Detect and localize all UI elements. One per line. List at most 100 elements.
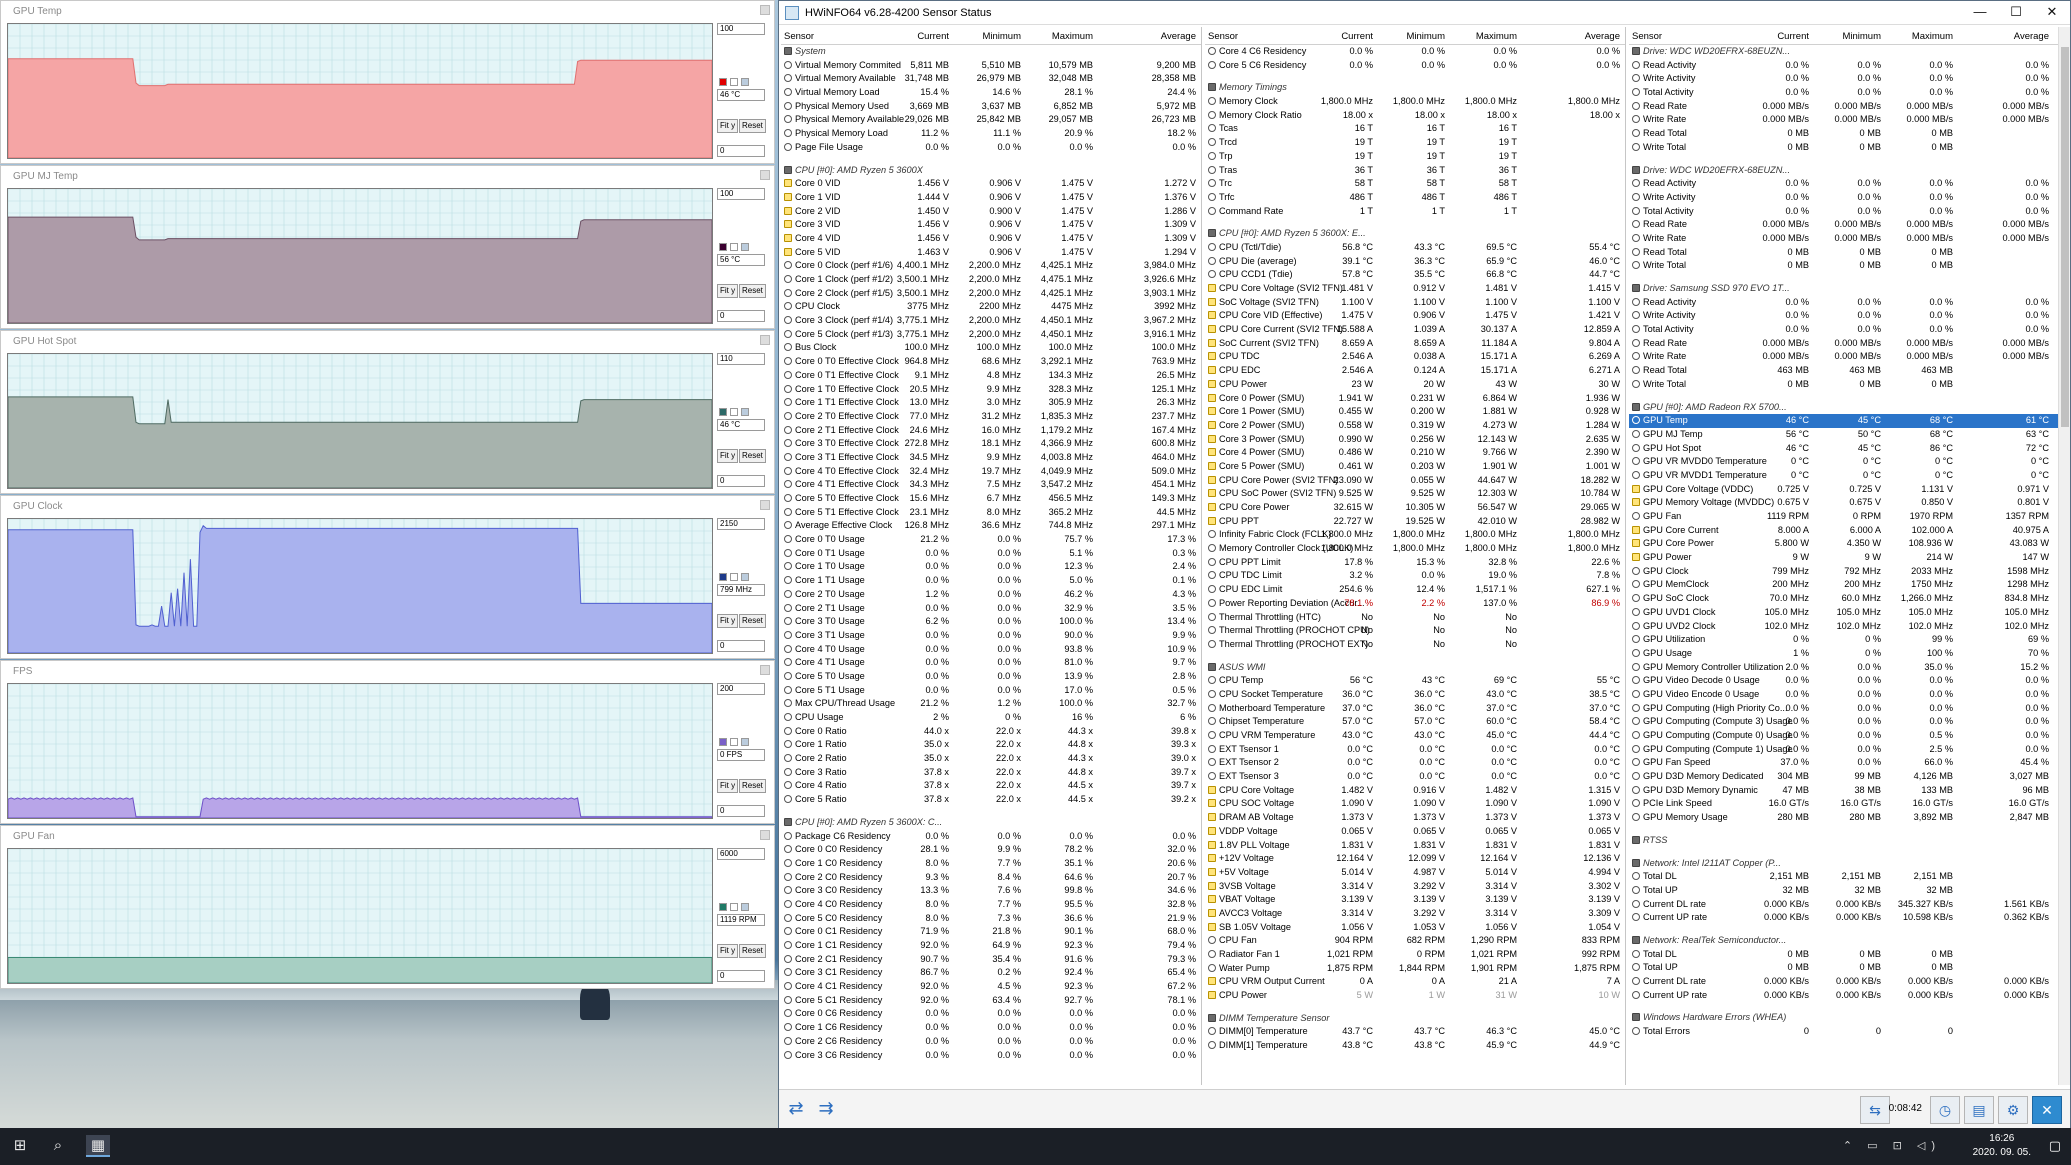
header-current[interactable]: Current [1309, 31, 1373, 42]
sensor-row[interactable]: Current DL rate 0.000 KB/s 0.000 KB/s 0.000… [1629, 975, 2068, 989]
sensor-row[interactable]: GPU Fan 1119 RPM 0 RPM 1970 RPM 1357 RPM [1629, 510, 2068, 524]
sensor-row[interactable]: +5V Voltage 5.014 V 4.987 V 5.014 V 4.994 V [1205, 866, 1625, 880]
sensor-row[interactable]: Core 2 T1 Usage 0.0 % 0.0 % 32.9 % 3.5 % [781, 602, 1201, 616]
search-icon[interactable]: ⌕ [46, 1135, 70, 1157]
sensor-group[interactable]: CPU [#0]: AMD Ryzen 5 3600X: C... [781, 816, 1201, 830]
sensor-row[interactable]: CPU (Tctl/Tdie) 56.8 °C 43.3 °C 69.5 °C 55.4… [1205, 241, 1625, 255]
sensor-row[interactable]: EXT Tsensor 1 0.0 °C 0.0 °C 0.0 °C 0.0 °C [1205, 743, 1625, 757]
header-current[interactable]: Current [885, 31, 949, 42]
header-maximum[interactable]: Maximum [1029, 31, 1093, 42]
sensor-row[interactable]: Write Activity 0.0 % 0.0 % 0.0 % 0.0 % [1629, 309, 2068, 323]
fit-y-button[interactable]: Fit y [717, 944, 739, 958]
sensor-group[interactable]: DIMM Temperature Sensor [1205, 1012, 1625, 1026]
notification-icon[interactable]: ▢ [2049, 1138, 2061, 1154]
sensor-row[interactable]: Core 1 T1 Usage 0.0 % 0.0 % 5.0 % 0.1 % [781, 574, 1201, 588]
sensor-group[interactable]: Drive: WDC WD20EFRX-68EUZN... [1629, 45, 2068, 59]
start-icon[interactable]: ⊞ [8, 1135, 32, 1157]
sensor-row[interactable]: Virtual Memory Available 31,748 MB 26,979 … [781, 72, 1201, 86]
header-average[interactable]: Average [1132, 31, 1196, 42]
sensor-row[interactable]: Core 1 C0 Residency 8.0 % 7.7 % 35.1 % 20.6 … [781, 857, 1201, 871]
sensor-row[interactable]: Core 0 Clock (perf #1/6) 4,400.1 MHz 2,200… [781, 259, 1201, 273]
sensor-row[interactable]: Memory Controller Clock (UCLK) 1,800.0 MH… [1205, 542, 1625, 556]
sensor-row[interactable]: Core 0 C0 Residency 28.1 % 9.9 % 78.2 % 32.0… [781, 843, 1201, 857]
graph-close-icon[interactable] [760, 5, 770, 15]
sensor-row[interactable]: Total UP 0 MB 0 MB 0 MB [1629, 961, 2068, 975]
sensor-row[interactable]: Core 5 T0 Effective Clock 15.6 MHz 6.7 MHz… [781, 492, 1201, 506]
sensor-row[interactable]: Write Rate 0.000 MB/s 0.000 MB/s 0.000 MB/s… [1629, 113, 2068, 127]
sensor-row[interactable]: Write Rate 0.000 MB/s 0.000 MB/s 0.000 MB/s… [1629, 350, 2068, 364]
sensor-row[interactable]: Core 2 Power (SMU) 0.558 W 0.319 W 4.273 W1… [1205, 419, 1625, 433]
vertical-scrollbar[interactable] [2058, 27, 2070, 1085]
sensor-row[interactable]: Read Activity 0.0 % 0.0 % 0.0 % 0.0 % [1629, 177, 2068, 191]
sensor-row[interactable]: SoC Voltage (SVI2 TFN) 1.100 V 1.100 V 1.10… [1205, 296, 1625, 310]
sensor-row[interactable]: GPU D3D Memory Dedicated 304 MB 99 MB 4,126… [1629, 770, 2068, 784]
sensor-column-3[interactable]: Sensor Current Minimum Maximum Average Drive:… [1629, 27, 2069, 1085]
sensor-row[interactable]: Core 2 VID 1.450 V 0.900 V 1.475 V 1.286 V [781, 205, 1201, 219]
sensor-row[interactable]: Infinity Fabric Clock (FCLK) 1,800.0 MHz 1… [1205, 528, 1625, 542]
column-header[interactable]: Sensor Current Minimum Maximum Average [1205, 27, 1625, 45]
sensor-row[interactable]: CPU Core Voltage 1.482 V 0.916 V 1.482 V 1.3… [1205, 784, 1625, 798]
graph-min-field[interactable]: 0 [717, 640, 765, 652]
sensor-row[interactable]: Core 2 C1 Residency 90.7 % 35.4 % 91.6 % 79.… [781, 953, 1201, 967]
sensor-row[interactable]: GPU Core Voltage (VDDC) 0.725 V 0.725 V 1.1… [1629, 483, 2068, 497]
sensor-row[interactable]: GPU Memory Controller Utilization 2.0 % 0.… [1629, 661, 2068, 675]
sensor-row[interactable]: Water Pump 1,875 RPM 1,844 RPM 1,901 RPM 1,8… [1205, 962, 1625, 976]
sensor-row[interactable]: Page File Usage 0.0 % 0.0 % 0.0 % 0.0 % [781, 141, 1201, 155]
sensor-row[interactable]: GPU Computing (Compute 3) Usage 0.0 % 0.0 … [1629, 715, 2068, 729]
sensor-row[interactable]: Core 4 C0 Residency 8.0 % 7.7 % 95.5 % 32.8 … [781, 898, 1201, 912]
sensor-row[interactable]: GPU Video Encode 0 Usage 0.0 % 0.0 % 0.0 % 0… [1629, 688, 2068, 702]
graph-max-field[interactable]: 200 [717, 683, 765, 695]
fit-y-button[interactable]: Fit y [717, 284, 739, 298]
sensor-row[interactable]: CPU EDC 2.546 A 0.124 A 15.171 A 6.271 A [1205, 364, 1625, 378]
graph-max-field[interactable]: 100 [717, 188, 765, 200]
header-maximum[interactable]: Maximum [1453, 31, 1517, 42]
sensor-row[interactable]: GPU Core Current 8.000 A 6.000 A 102.000 A4… [1629, 524, 2068, 538]
sensor-row[interactable]: Core 1 Power (SMU) 0.455 W 0.200 W 1.881 W0… [1205, 405, 1625, 419]
graph-color-swatches[interactable] [719, 738, 752, 748]
sensor-row[interactable]: CPU Core Power (SVI2 TFN) 23.090 W 0.055 W… [1205, 474, 1625, 488]
reset-button[interactable]: Reset [739, 779, 766, 793]
sensor-row[interactable]: GPU VR MVDD1 Temperature 0 °C 0 °C 0 °C 0 °C [1629, 469, 2068, 483]
sensor-row[interactable]: CPU SoC Power (SVI2 TFN) 9.525 W 9.525 W 12… [1205, 487, 1625, 501]
sensor-row[interactable]: Core 0 T0 Effective Clock 964.8 MHz 68.6 M… [781, 355, 1201, 369]
sensor-row[interactable]: Core 2 T0 Effective Clock 77.0 MHz 31.2 MH… [781, 410, 1201, 424]
sensor-row[interactable]: Virtual Memory Load 15.4 % 14.6 % 28.1 % 24.… [781, 86, 1201, 100]
graph-max-field[interactable]: 110 [717, 353, 765, 365]
reset-button[interactable]: Reset [739, 119, 766, 133]
sensor-row[interactable]: Package C6 Residency 0.0 % 0.0 % 0.0 % 0.0 % [781, 830, 1201, 844]
report-icon[interactable]: ▤ [1964, 1096, 1994, 1124]
nav-back-icon[interactable]: ⇄ [783, 1098, 809, 1120]
sensor-row[interactable]: Read Rate 0.000 MB/s 0.000 MB/s 0.000 MB/s 0… [1629, 218, 2068, 232]
sensor-row[interactable]: Current UP rate 0.000 KB/s 0.000 KB/s 10.59… [1629, 911, 2068, 925]
sensor-row[interactable]: Core 1 C6 Residency 0.0 % 0.0 % 0.0 % 0.0 % [781, 1021, 1201, 1035]
sensor-row[interactable]: Read Activity 0.0 % 0.0 % 0.0 % 0.0 % [1629, 59, 2068, 73]
sensor-row[interactable]: Write Rate 0.000 MB/s 0.000 MB/s 0.000 MB/s… [1629, 232, 2068, 246]
nav-forward-icon[interactable]: ⇉ [813, 1098, 839, 1120]
sensor-row[interactable]: Trp 19 T 19 T 19 T [1205, 150, 1625, 164]
sensor-row[interactable]: CPU Temp 56 °C 43 °C 69 °C 55 °C [1205, 674, 1625, 688]
sensor-row[interactable]: Trcd 19 T 19 T 19 T [1205, 136, 1625, 150]
sensor-row[interactable]: Core 2 Ratio 35.0 x 22.0 x 44.3 x 39.0 x [781, 752, 1201, 766]
sensor-row[interactable]: Write Total 0 MB 0 MB 0 MB [1629, 141, 2068, 155]
sensor-row[interactable]: PCIe Link Speed 16.0 GT/s 16.0 GT/s 16.0 GT… [1629, 797, 2068, 811]
graph-color-swatches[interactable] [719, 243, 752, 253]
header-average[interactable]: Average [1985, 31, 2049, 42]
sensor-row[interactable]: Core 5 C0 Residency 8.0 % 7.3 % 36.6 % 21.9 … [781, 912, 1201, 926]
graph-color-swatches[interactable] [719, 573, 752, 583]
sensor-group[interactable]: Drive: WDC WD20EFRX-68EUZN... [1629, 164, 2068, 178]
sensor-row[interactable]: Physical Memory Load 11.2 % 11.1 % 20.9 % 18… [781, 127, 1201, 141]
sensor-row[interactable]: CPU VRM Output Current 0 A0 A 21 A7 A [1205, 975, 1625, 989]
sensor-group[interactable]: GPU [#0]: AMD Radeon RX 5700... [1629, 401, 2068, 415]
sensor-row[interactable]: Tras 36 T 36 T 36 T [1205, 164, 1625, 178]
graph-color-swatches[interactable] [719, 78, 752, 88]
sensor-row[interactable]: CPU Socket Temperature 36.0 °C 36.0 °C 43.0… [1205, 688, 1625, 702]
sensor-row[interactable]: Core 0 T1 Effective Clock 9.1 MHz 4.8 MHz 1… [781, 369, 1201, 383]
sensor-row[interactable]: Total Errors 0 0 0 [1629, 1025, 2068, 1039]
sensor-row[interactable]: GPU Memory Usage 280 MB 280 MB 3,892 MB 2,84… [1629, 811, 2068, 825]
header-average[interactable]: Average [1556, 31, 1620, 42]
sensor-group[interactable]: RTSS [1629, 834, 2068, 848]
sensor-group[interactable]: Windows Hardware Errors (WHEA) [1629, 1011, 2068, 1025]
sensor-row[interactable]: Write Activity 0.0 % 0.0 % 0.0 % 0.0 % [1629, 72, 2068, 86]
sensor-row[interactable]: CPU Power 5 W1 W 31 W 10 W [1205, 989, 1625, 1003]
sensor-row[interactable]: Max CPU/Thread Usage 21.2 % 1.2 % 100.0 % 32… [781, 697, 1201, 711]
